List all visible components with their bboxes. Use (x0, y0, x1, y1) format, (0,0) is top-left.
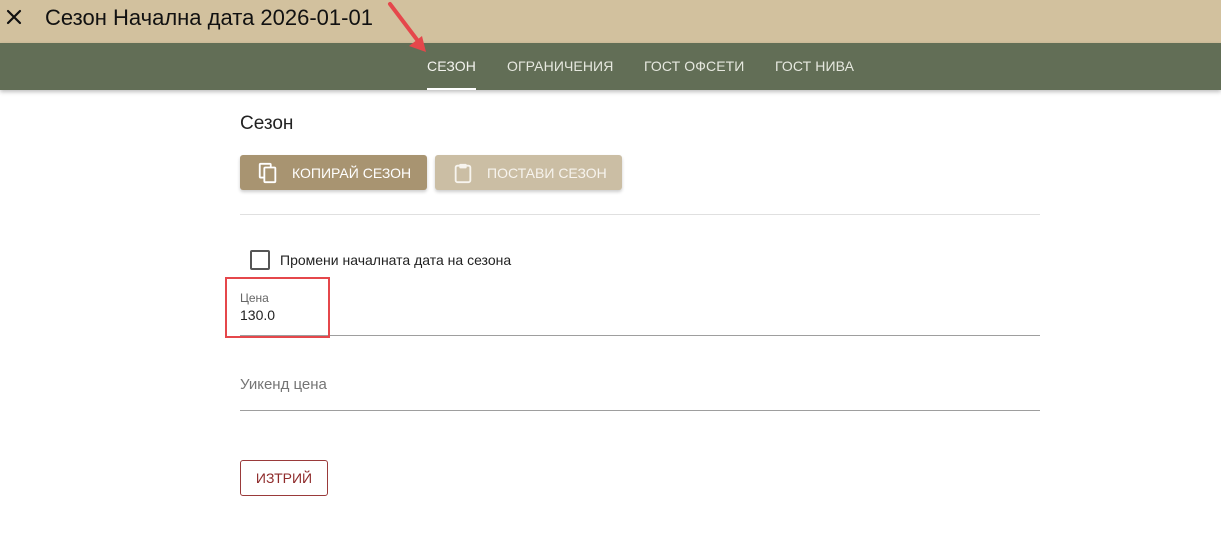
copy-season-button[interactable]: КОПИРАЙ СЕЗОН (240, 155, 427, 190)
tab-guest-offsets[interactable]: ГОСТ ОФСЕТИ (644, 43, 744, 90)
page-title: Сезон Начална дата 2026-01-01 (45, 5, 373, 30)
price-label: Цена (240, 291, 269, 305)
title-bar: Сезон Начална дата 2026-01-01 (0, 0, 1221, 43)
tab-season[interactable]: СЕЗОН (427, 43, 476, 90)
price-underline (240, 335, 1040, 336)
section-title: Сезон (240, 113, 294, 134)
paste-season-button[interactable]: ПОСТАВИ СЕЗОН (435, 155, 622, 190)
price-value: 130.0 (240, 307, 276, 323)
close-icon (6, 9, 22, 25)
change-start-date-label: Промени началната дата на сезона (280, 252, 512, 268)
clipboard-icon (451, 161, 475, 185)
tab-guest-levels[interactable]: ГОСТ НИВА (775, 43, 854, 90)
weekend-price-field[interactable] (240, 360, 1040, 411)
weekend-price-placeholder: Уикенд цена (240, 376, 327, 393)
delete-button[interactable]: ИЗТРИЙ (240, 460, 328, 496)
divider (240, 214, 1040, 215)
weekend-price-underline (240, 410, 1040, 411)
change-start-date-checkbox[interactable] (250, 250, 270, 270)
copy-season-label: КОПИРАЙ СЕЗОН (292, 164, 412, 181)
price-field[interactable] (240, 286, 1040, 336)
tab-bar: СЕЗОН ОГРАНИЧЕНИЯ ГОСТ ОФСЕТИ ГОСТ НИВА (0, 43, 1221, 90)
copy-icon (256, 161, 280, 185)
close-button[interactable] (4, 7, 24, 27)
paste-season-label: ПОСТАВИ СЕЗОН (487, 164, 607, 181)
tab-restrictions[interactable]: ОГРАНИЧЕНИЯ (507, 43, 613, 90)
